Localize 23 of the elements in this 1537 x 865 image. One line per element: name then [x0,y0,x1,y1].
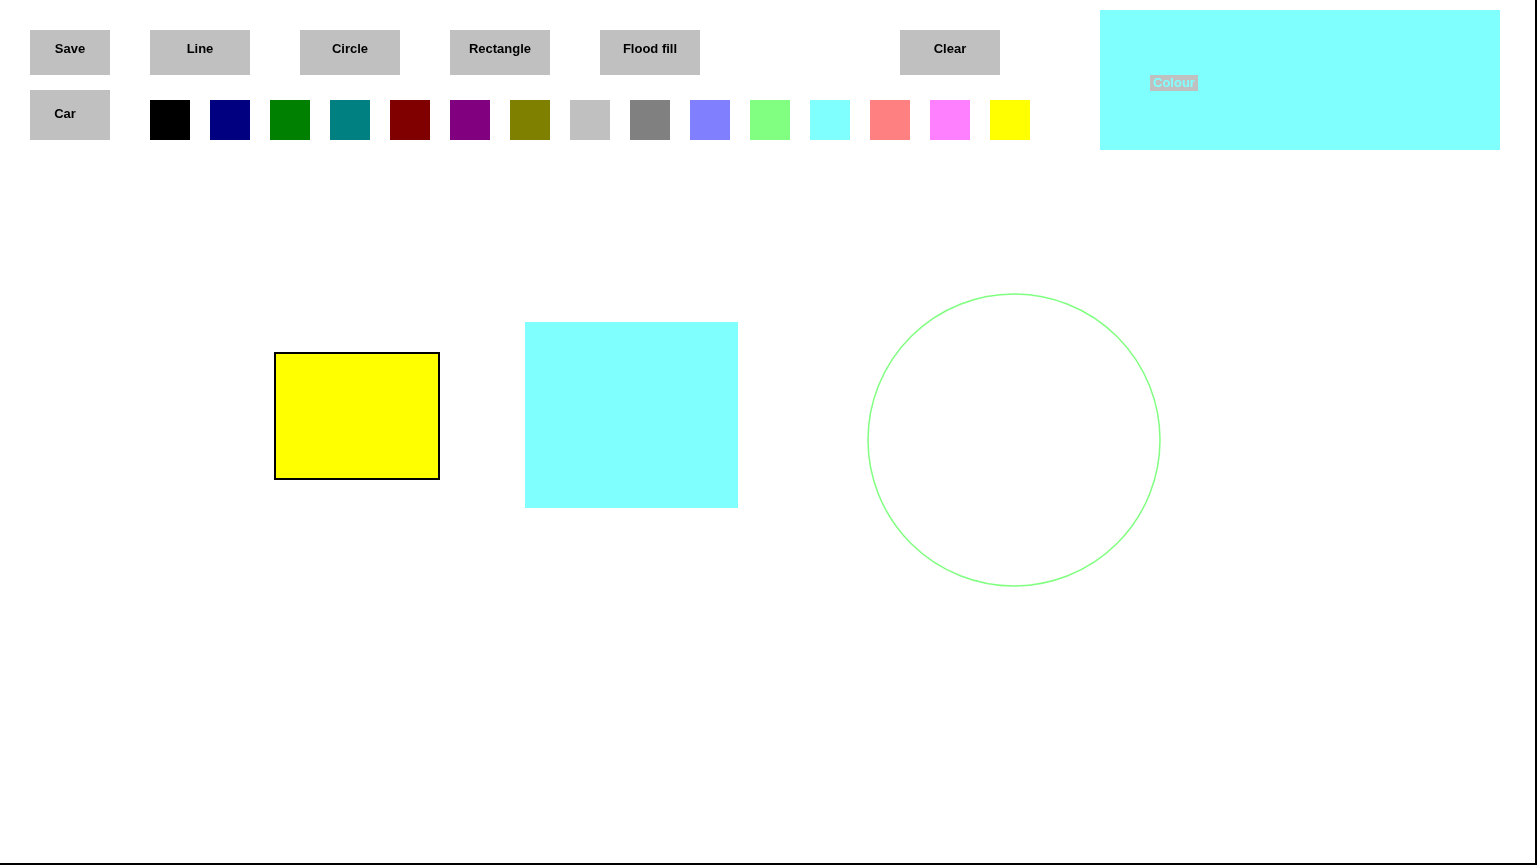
swatch-icon[interactable] [750,100,790,140]
swatch-icon[interactable] [630,100,670,140]
toolbar-button[interactable]: Clear [900,30,1000,75]
swatch-icon[interactable] [930,100,970,140]
toolbar-button[interactable]: Circle [300,30,400,75]
swatch-icon[interactable] [330,100,370,140]
toolbar-button[interactable]: Rectangle [450,30,550,75]
swatch-icon[interactable] [870,100,910,140]
swatch-icon[interactable] [510,100,550,140]
swatch-icon[interactable] [690,100,730,140]
swatch-icon[interactable] [810,100,850,140]
swatch-icon[interactable] [990,100,1030,140]
swatch-icon[interactable] [270,100,310,140]
car-button[interactable]: Car [30,90,110,140]
colour-label: Colour [1150,75,1198,91]
swatch-icon[interactable] [150,100,190,140]
swatch-icon[interactable] [450,100,490,140]
toolbar-button[interactable]: Flood fill [600,30,700,75]
swatch-icon[interactable] [210,100,250,140]
swatch-icon[interactable] [390,100,430,140]
swatch-icon[interactable] [570,100,610,140]
toolbar-button[interactable]: Save [30,30,110,75]
toolbar-button[interactable]: Line [150,30,250,75]
